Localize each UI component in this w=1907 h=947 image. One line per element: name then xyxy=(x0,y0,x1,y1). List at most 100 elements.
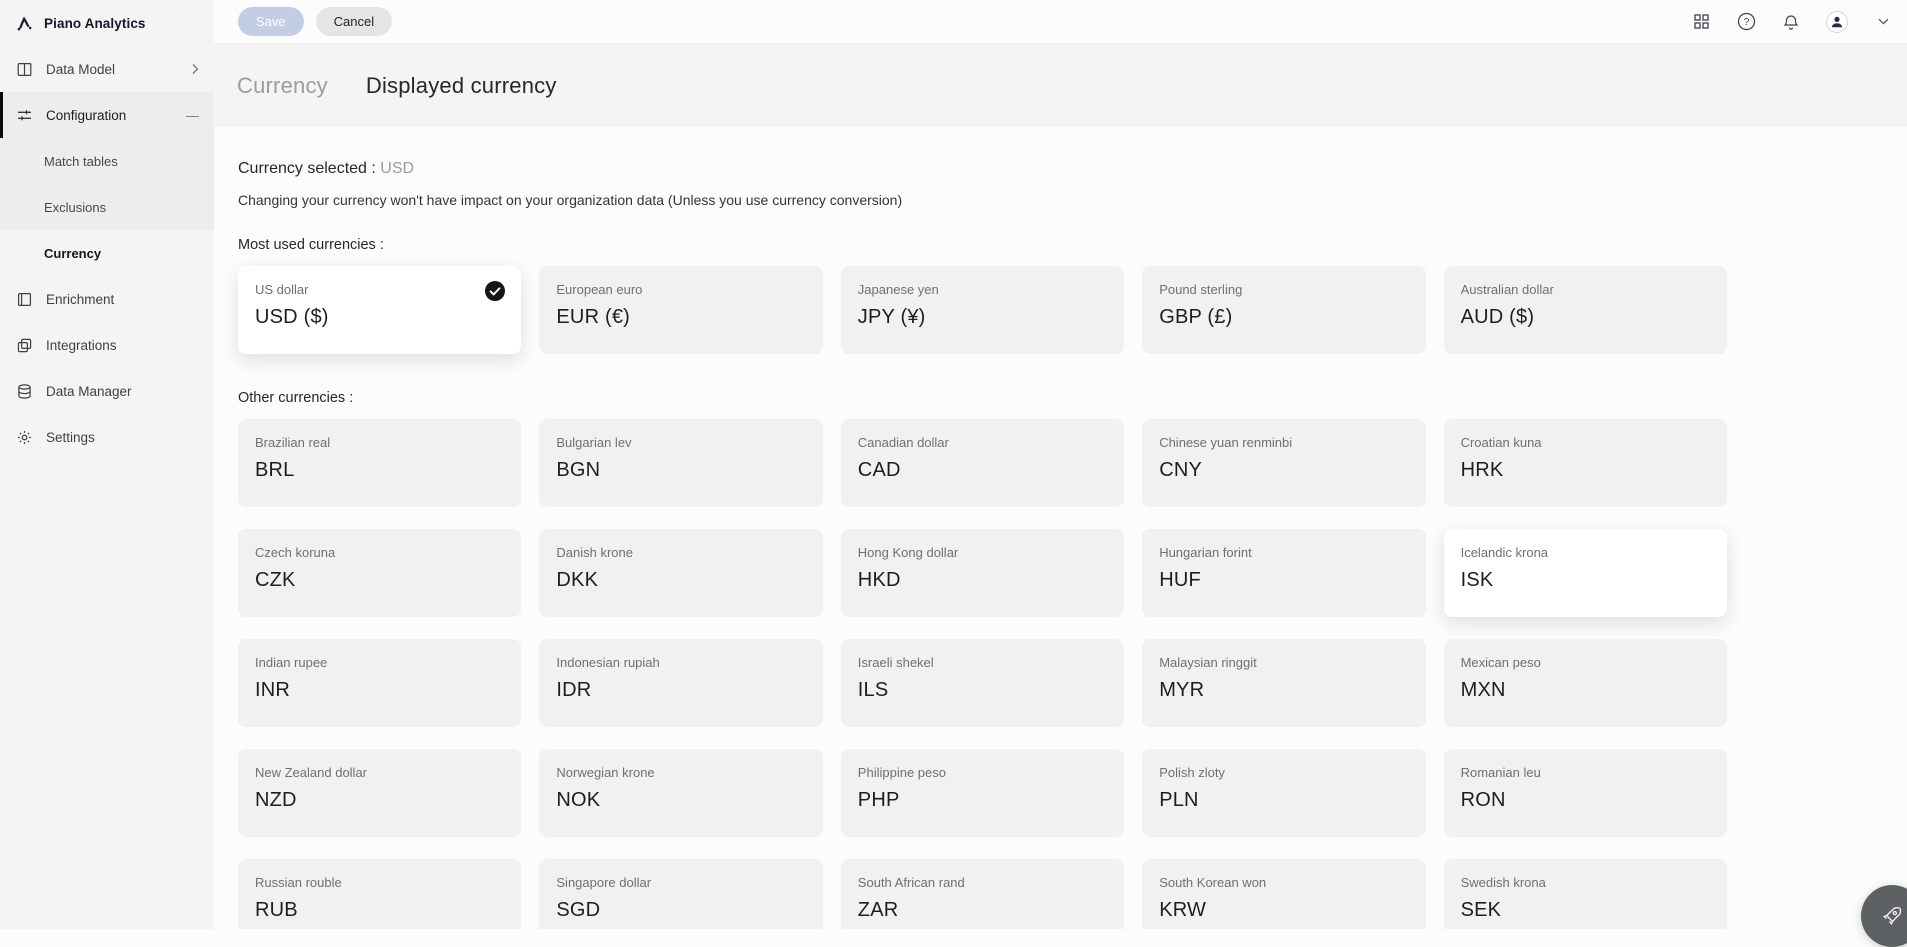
currency-code-label: NOK xyxy=(556,789,806,812)
currency-selected-value: USD xyxy=(380,160,414,177)
sidebar-item-integrations[interactable]: Integrations xyxy=(0,322,214,368)
book-icon xyxy=(16,61,33,78)
currency-card[interactable]: Chinese yuan renminbi CNY xyxy=(1142,419,1425,507)
currency-name-label: Polish zloty xyxy=(1159,765,1409,780)
sidebar-item-currency[interactable]: Currency xyxy=(0,230,214,276)
currency-card[interactable]: Romanian leu RON xyxy=(1444,749,1727,837)
app-logo[interactable]: Piano Analytics xyxy=(0,0,214,46)
currency-name-label: Chinese yuan renminbi xyxy=(1159,435,1409,450)
sidebar-subitem-label: Match tables xyxy=(44,154,118,169)
chevron-down-icon[interactable] xyxy=(1873,12,1893,32)
topbar-right: ? xyxy=(1691,11,1893,33)
sidebar-item-enrichment[interactable]: Enrichment xyxy=(0,276,214,322)
currency-code-label: ZAR xyxy=(858,899,1108,922)
currency-code-label: INR xyxy=(255,679,505,702)
currency-code-label: ILS xyxy=(858,679,1108,702)
currency-name-label: Indonesian rupiah xyxy=(556,655,806,670)
currency-card[interactable]: Croatian kuna HRK xyxy=(1444,419,1727,507)
sidebar-item-data-model[interactable]: Data Model xyxy=(0,46,214,92)
currency-card[interactable]: Danish krone DKK xyxy=(539,529,822,617)
currency-name-label: Hungarian forint xyxy=(1159,545,1409,560)
currency-code-label: ISK xyxy=(1461,569,1711,592)
currency-card[interactable]: Singapore dollar SGD xyxy=(539,859,822,929)
sidebar-item-label: Enrichment xyxy=(46,292,114,307)
sidebar: Piano Analytics Data Model Configur xyxy=(0,0,214,929)
currency-selected-label: Currency selected : xyxy=(238,160,376,177)
currency-card[interactable]: Norwegian krone NOK xyxy=(539,749,822,837)
other-currencies-label: Other currencies : xyxy=(238,390,1727,406)
sidebar-item-configuration[interactable]: Configuration — xyxy=(0,92,214,138)
currency-card[interactable]: South Korean won KRW xyxy=(1142,859,1425,929)
sidebar-item-exclusions[interactable]: Exclusions xyxy=(0,184,214,230)
help-icon[interactable]: ? xyxy=(1736,12,1756,32)
currency-card[interactable]: Swedish krona SEK xyxy=(1444,859,1727,929)
topbar: Save Cancel ? xyxy=(214,0,1907,44)
currency-card[interactable]: Czech koruna CZK xyxy=(238,529,521,617)
currency-code-label: RON xyxy=(1461,789,1711,812)
sidebar-item-data-manager[interactable]: Data Manager xyxy=(0,368,214,414)
currency-code-label: NZD xyxy=(255,789,505,812)
currency-card[interactable]: Japanese yen JPY (¥) xyxy=(841,266,1124,354)
currency-card[interactable]: Icelandic krona ISK xyxy=(1444,529,1727,617)
chevron-right-icon xyxy=(191,63,199,75)
currency-card[interactable]: Bulgarian lev BGN xyxy=(539,419,822,507)
currency-card[interactable]: Hungarian forint HUF xyxy=(1142,529,1425,617)
notifications-bell-icon[interactable] xyxy=(1781,12,1801,32)
tab-displayed-currency[interactable]: Displayed currency xyxy=(366,73,557,99)
currency-name-label: Singapore dollar xyxy=(556,875,806,890)
currency-name-label: Malaysian ringgit xyxy=(1159,655,1409,670)
currency-card[interactable]: Hong Kong dollar HKD xyxy=(841,529,1124,617)
currency-card[interactable]: European euro EUR (€) xyxy=(539,266,822,354)
currency-code-label: GBP (£) xyxy=(1159,306,1409,329)
currency-name-label: New Zealand dollar xyxy=(255,765,505,780)
apps-grid-icon[interactable] xyxy=(1691,12,1711,32)
currency-name-label: Mexican peso xyxy=(1461,655,1711,670)
currency-card[interactable]: Israeli shekel ILS xyxy=(841,639,1124,727)
currency-code-label: SGD xyxy=(556,899,806,922)
sidebar-item-settings[interactable]: Settings xyxy=(0,414,214,460)
currency-card[interactable]: Malaysian ringgit MYR xyxy=(1142,639,1425,727)
currency-card[interactable]: Polish zloty PLN xyxy=(1142,749,1425,837)
sidebar-item-match-tables[interactable]: Match tables xyxy=(0,138,214,184)
app-root: Piano Analytics Data Model Configur xyxy=(0,0,1907,929)
currency-name-label: Norwegian krone xyxy=(556,765,806,780)
overlapping-squares-icon xyxy=(16,337,33,354)
currency-card[interactable]: Russian rouble RUB xyxy=(238,859,521,929)
currency-card[interactable]: Philippine peso PHP xyxy=(841,749,1124,837)
currency-card[interactable]: Australian dollar AUD ($) xyxy=(1444,266,1727,354)
currency-name-label: Australian dollar xyxy=(1461,282,1711,297)
save-button[interactable]: Save xyxy=(238,7,304,36)
currency-card[interactable]: South African rand ZAR xyxy=(841,859,1124,929)
account-avatar[interactable] xyxy=(1826,11,1848,33)
currency-code-label: KRW xyxy=(1159,899,1409,922)
currency-code-label: MXN xyxy=(1461,679,1711,702)
currency-code-label: PHP xyxy=(858,789,1108,812)
piano-logo-icon xyxy=(16,15,33,32)
currency-card[interactable]: New Zealand dollar NZD xyxy=(238,749,521,837)
currency-card[interactable]: Brazilian real BRL xyxy=(238,419,521,507)
currency-card[interactable]: Pound sterling GBP (£) xyxy=(1142,266,1425,354)
tab-currency[interactable]: Currency xyxy=(237,73,328,99)
currency-name-label: Russian rouble xyxy=(255,875,505,890)
currency-card[interactable]: Indian rupee INR xyxy=(238,639,521,727)
currency-code-label: CZK xyxy=(255,569,505,592)
app-title: Piano Analytics xyxy=(44,16,146,31)
currency-card[interactable]: Indonesian rupiah IDR xyxy=(539,639,822,727)
content: Currency selected : USD Changing your cu… xyxy=(214,127,1907,929)
currency-selected-line: Currency selected : USD xyxy=(238,127,1727,178)
currency-card[interactable]: US dollar USD ($) xyxy=(238,266,521,354)
sidebar-item-label: Data Model xyxy=(46,62,115,77)
currency-code-label: USD ($) xyxy=(255,306,505,329)
currency-name-label: Czech koruna xyxy=(255,545,505,560)
currency-name-label: Indian rupee xyxy=(255,655,505,670)
cancel-button[interactable]: Cancel xyxy=(316,7,392,36)
currency-name-label: Japanese yen xyxy=(858,282,1108,297)
sidebar-subitem-label: Currency xyxy=(44,246,101,261)
currency-code-label: SEK xyxy=(1461,899,1711,922)
currency-code-label: EUR (€) xyxy=(556,306,806,329)
sidebar-subitem-label: Exclusions xyxy=(44,200,106,215)
currency-card[interactable]: Canadian dollar CAD xyxy=(841,419,1124,507)
currency-card[interactable]: Mexican peso MXN xyxy=(1444,639,1727,727)
database-icon xyxy=(16,383,33,400)
currency-code-label: HKD xyxy=(858,569,1108,592)
